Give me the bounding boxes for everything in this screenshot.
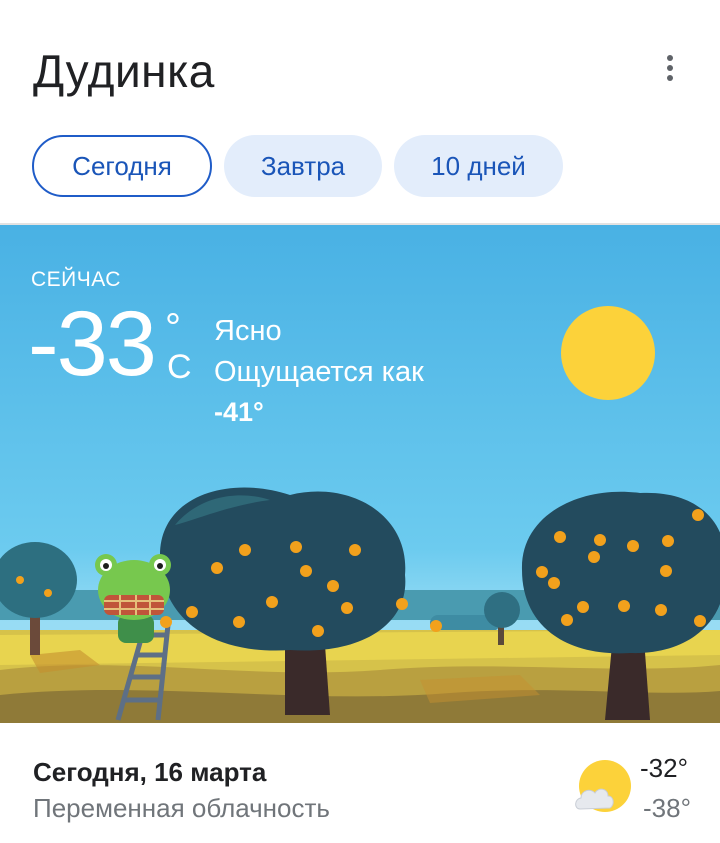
- today-forecast-row[interactable]: Сегодня, 16 марта Переменная облачность …: [0, 723, 720, 843]
- tab-tomorrow[interactable]: Завтра: [224, 135, 382, 197]
- tab-today[interactable]: Сегодня: [32, 135, 212, 197]
- tab-10-days[interactable]: 10 дней: [394, 135, 563, 197]
- sun-icon: [561, 306, 655, 400]
- now-label: СЕЙЧАС: [31, 268, 121, 291]
- forecast-high: -32°: [640, 753, 688, 783]
- degree-symbol: °: [165, 306, 181, 350]
- temperature-unit[interactable]: C: [167, 350, 192, 384]
- feels-like-value: -41°: [214, 397, 264, 427]
- app-header: Дудинка Сегодня Завтра 10 дней: [0, 0, 720, 224]
- forecast-date: Сегодня, 16 марта: [33, 757, 267, 787]
- forecast-description: Переменная облачность: [33, 793, 330, 823]
- condition-text: Ясно: [214, 315, 282, 347]
- current-temperature: -33: [28, 293, 157, 395]
- city-title: Дудинка: [33, 45, 215, 97]
- forecast-low: -38°: [643, 793, 691, 823]
- feels-like-label: Ощущается как: [214, 356, 424, 388]
- more-vert-icon[interactable]: [650, 48, 690, 88]
- partly-cloudy-icon: [575, 760, 631, 812]
